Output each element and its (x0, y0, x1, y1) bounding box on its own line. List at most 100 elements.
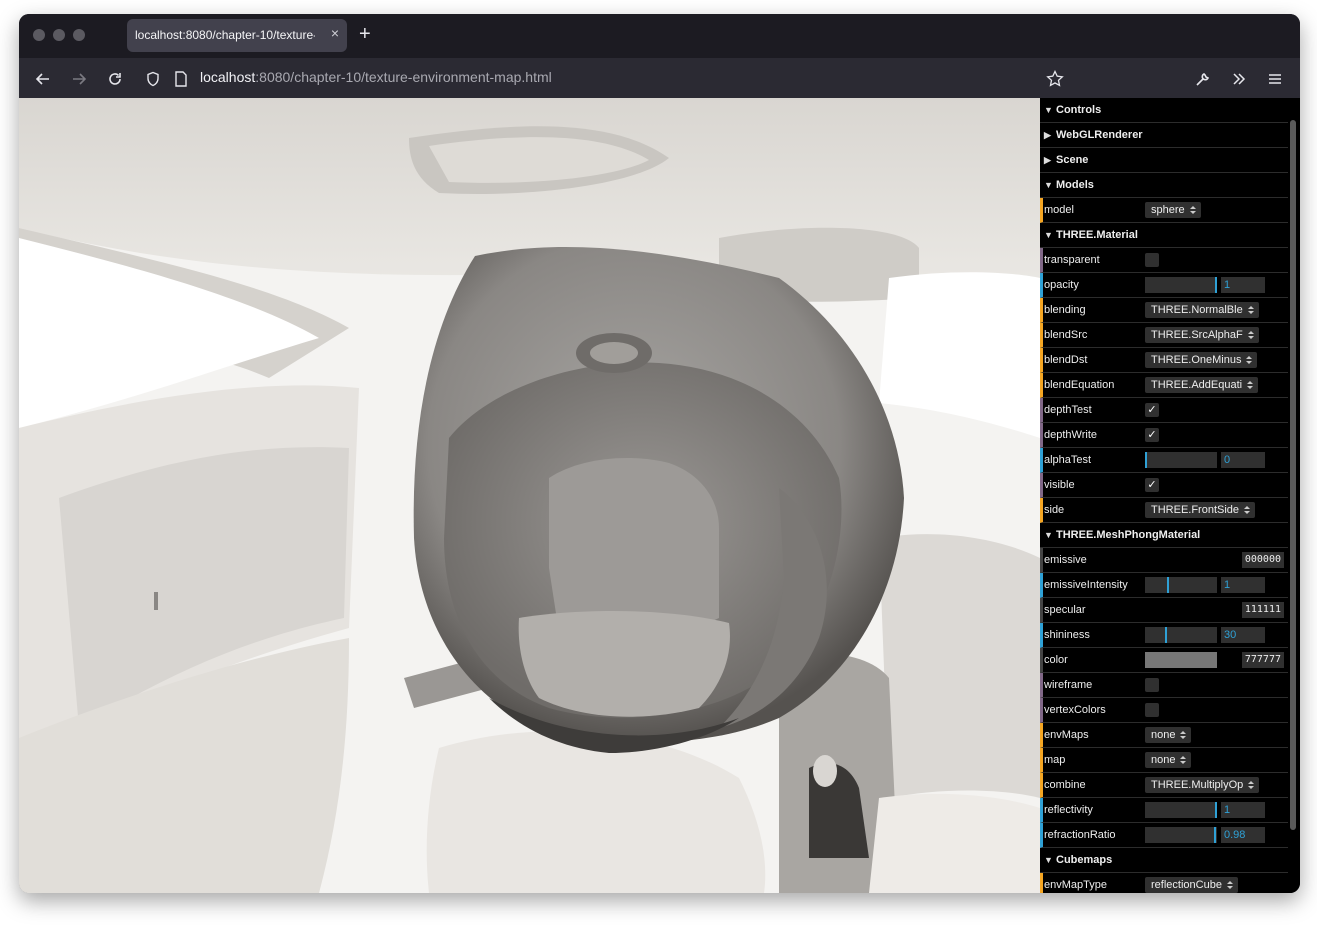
alphatest-input[interactable]: 0 (1221, 452, 1265, 468)
back-arrow-icon[interactable] (33, 69, 53, 89)
reflectivity-slider[interactable] (1145, 802, 1217, 818)
shininess-row: shininess 30 (1040, 623, 1288, 648)
title-bar: localhost:8080/chapter-10/texture- × + (19, 14, 1300, 58)
folder-models[interactable]: ▼ Models (1040, 173, 1288, 198)
model-label: model (1044, 204, 1074, 216)
new-tab-button[interactable]: + (359, 22, 371, 46)
depthtest-checkbox[interactable]: ✓ (1145, 403, 1159, 417)
visible-checkbox[interactable]: ✓ (1145, 478, 1159, 492)
folder-scene[interactable]: ▶ Scene (1040, 148, 1288, 173)
depthwrite-row: depthWrite ✓ (1040, 423, 1288, 448)
vertexcolors-label: vertexColors (1044, 704, 1106, 716)
color-swatch[interactable] (1145, 652, 1217, 668)
blendsrc-select[interactable]: THREE.SrcAlphaF (1145, 327, 1259, 343)
opacity-row: opacity 1 (1040, 273, 1288, 298)
refractionratio-input[interactable]: 0.98 (1221, 827, 1265, 843)
model-row: model sphere (1040, 198, 1288, 223)
url-path: :8080/chapter-10/texture-environment-map… (255, 69, 552, 85)
envmaptype-label: envMapType (1044, 879, 1107, 891)
alphatest-slider-knob[interactable] (1145, 452, 1147, 468)
depthwrite-label: depthWrite (1044, 429, 1097, 441)
bookmark-star-icon[interactable] (1045, 69, 1065, 89)
side-row: side THREE.FrontSide (1040, 498, 1288, 523)
emissiveintensity-slider[interactable] (1145, 577, 1217, 593)
blenddst-select[interactable]: THREE.OneMinus (1145, 352, 1258, 368)
browser-tab[interactable]: localhost:8080/chapter-10/texture- × (127, 19, 347, 52)
blenddst-label: blendDst (1044, 354, 1088, 366)
color-input[interactable]: 777777 (1241, 652, 1284, 668)
vertexcolors-checkbox[interactable] (1145, 703, 1159, 717)
opacity-slider-knob[interactable] (1215, 277, 1217, 293)
refractionratio-slider[interactable] (1145, 827, 1217, 843)
combine-label: combine (1044, 779, 1086, 791)
depthtest-label: depthTest (1044, 404, 1092, 416)
shininess-label: shininess (1044, 629, 1090, 641)
transparent-checkbox[interactable] (1145, 253, 1159, 267)
gui-scrollbar[interactable] (1290, 120, 1296, 830)
emissive-input[interactable]: 000000 (1241, 552, 1284, 568)
folder-cubemaps[interactable]: ▼ Cubemaps (1040, 848, 1288, 873)
blendequation-select[interactable]: THREE.AddEquati (1145, 377, 1259, 393)
wireframe-label: wireframe (1044, 679, 1093, 691)
envmaptype-select[interactable]: reflectionCube (1145, 877, 1238, 893)
model-select[interactable]: sphere (1145, 202, 1201, 218)
minimize-window-button[interactable] (53, 29, 65, 41)
folder-meshphongmaterial-label: THREE.MeshPhongMaterial (1056, 529, 1201, 541)
folder-meshphongmaterial[interactable]: ▼ THREE.MeshPhongMaterial (1040, 523, 1288, 548)
emissiveintensity-input[interactable]: 1 (1221, 577, 1265, 593)
emissiveintensity-slider-knob[interactable] (1167, 577, 1169, 593)
forward-arrow-icon[interactable] (69, 69, 89, 89)
folder-cubemaps-label: Cubemaps (1056, 854, 1113, 866)
folder-three-material-label: THREE.Material (1056, 229, 1138, 241)
url-field[interactable]: localhost:8080/chapter-10/texture-enviro… (200, 69, 552, 85)
reload-icon[interactable] (105, 69, 125, 89)
blendsrc-row: blendSrc THREE.SrcAlphaF (1040, 323, 1288, 348)
side-select[interactable]: THREE.FrontSide (1145, 502, 1256, 518)
shield-icon[interactable] (143, 69, 163, 89)
emissive-row: emissive 000000 (1040, 548, 1288, 573)
folder-controls-label: Controls (1056, 104, 1102, 116)
wireframe-checkbox[interactable] (1145, 678, 1159, 692)
close-window-button[interactable] (33, 29, 45, 41)
shininess-slider-knob[interactable] (1165, 627, 1167, 643)
blending-select[interactable]: THREE.NormalBle (1145, 302, 1259, 318)
opacity-label: opacity (1044, 279, 1079, 291)
chevron-right-icon: ▶ (1044, 130, 1051, 140)
map-row: map none (1040, 748, 1288, 773)
envmaps-select[interactable]: none (1145, 727, 1192, 743)
reflectivity-input[interactable]: 1 (1221, 802, 1265, 818)
zoom-window-button[interactable] (73, 29, 85, 41)
reflectivity-row: reflectivity 1 (1040, 798, 1288, 823)
shininess-input[interactable]: 30 (1221, 627, 1265, 643)
folder-controls[interactable]: ▼ Controls (1040, 98, 1288, 123)
shininess-slider[interactable] (1145, 627, 1217, 643)
alphatest-slider[interactable] (1145, 452, 1217, 468)
map-label: map (1044, 754, 1066, 766)
refractionratio-slider-knob[interactable] (1214, 827, 1216, 843)
folder-scene-label: Scene (1056, 154, 1089, 166)
webgl-canvas[interactable] (19, 98, 1040, 893)
visible-row: visible ✓ (1040, 473, 1288, 498)
extensions-chevron-icon[interactable] (1229, 69, 1249, 89)
folder-webglrenderer-label: WebGLRenderer (1056, 129, 1143, 141)
wrench-icon[interactable] (1193, 69, 1213, 89)
tab-close-icon[interactable]: × (331, 25, 339, 41)
menu-icon[interactable] (1265, 69, 1285, 89)
opacity-input[interactable]: 1 (1221, 277, 1265, 293)
depthtest-row: depthTest ✓ (1040, 398, 1288, 423)
opacity-slider[interactable] (1145, 277, 1217, 293)
folder-three-material[interactable]: ▼ THREE.Material (1040, 223, 1288, 248)
reflectivity-label: reflectivity (1044, 804, 1093, 816)
chevron-down-icon: ▼ (1044, 530, 1053, 540)
folder-webglrenderer[interactable]: ▶ WebGLRenderer (1040, 123, 1288, 148)
alphatest-label: alphaTest (1044, 454, 1092, 466)
navigation-bar: localhost:8080/chapter-10/texture-enviro… (19, 58, 1300, 98)
emissiveintensity-row: emissiveIntensity 1 (1040, 573, 1288, 598)
reflectivity-slider-knob[interactable] (1215, 802, 1217, 818)
dat-gui-panel: ▼ Controls ▶ WebGLRenderer ▶ Scene ▼ Models … (1040, 98, 1300, 893)
map-select[interactable]: none (1145, 752, 1192, 768)
depthwrite-checkbox[interactable]: ✓ (1145, 428, 1159, 442)
specular-input[interactable]: 111111 (1241, 602, 1284, 618)
combine-select[interactable]: THREE.MultiplyOp (1145, 777, 1260, 793)
specular-label: specular (1044, 604, 1086, 616)
